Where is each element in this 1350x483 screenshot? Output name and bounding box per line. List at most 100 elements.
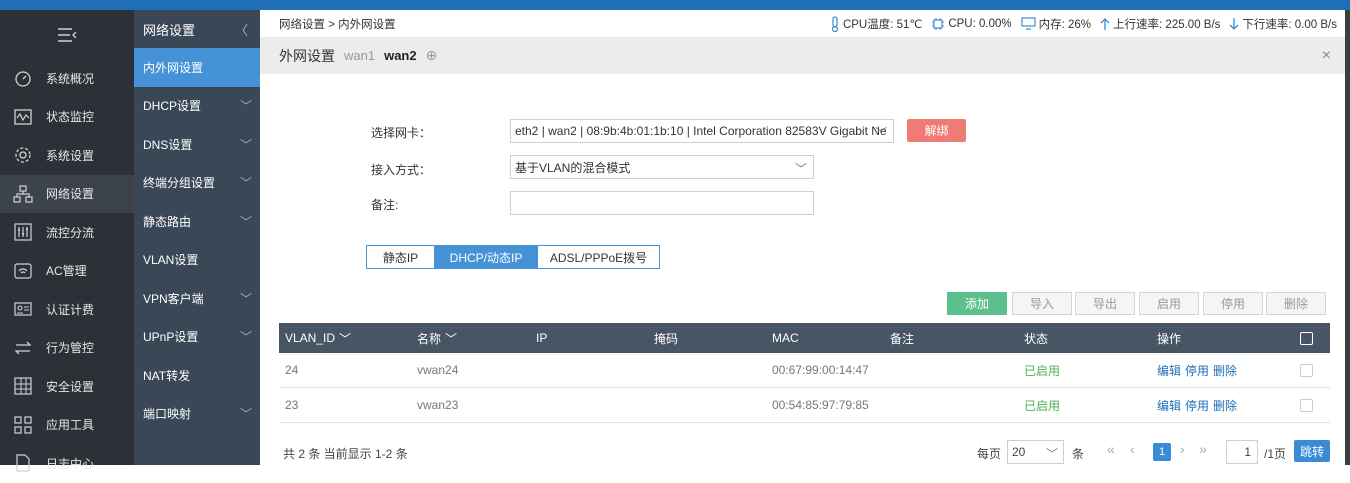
delete-button[interactable]: 删除: [1266, 292, 1326, 315]
jump-button[interactable]: 跳转: [1294, 440, 1330, 462]
add-wan-icon[interactable]: ⊕: [426, 47, 438, 64]
tab-wan2[interactable]: wan2: [384, 48, 417, 63]
nic-select[interactable]: eth2 | wan2 | 08:9b:4b:01:1b:10 | Intel …: [510, 119, 894, 143]
first-page-icon[interactable]: «: [1107, 441, 1115, 457]
sidebar-item-behavior[interactable]: 行为管控: [0, 329, 134, 368]
row-checkbox[interactable]: [1300, 388, 1313, 422]
sidebar-item-flow-control[interactable]: 流控分流: [0, 213, 134, 252]
submenu-item-vpn-client[interactable]: VPN客户端 ﹀: [134, 279, 260, 318]
row-checkbox[interactable]: [1300, 353, 1313, 387]
submenu-item-label: 终端分组设置: [143, 176, 216, 191]
submenu-item-lan-wan[interactable]: 内外网设置: [134, 48, 260, 87]
checkbox[interactable]: [1300, 331, 1313, 345]
submenu-item-nat[interactable]: NAT转发: [134, 356, 260, 395]
edit-link[interactable]: 编辑: [1157, 362, 1181, 379]
col-vlan-id[interactable]: VLAN_ID ﹀: [285, 323, 351, 353]
gear-icon: [0, 145, 46, 165]
sidebar-item-label: 流控分流: [46, 225, 95, 240]
sidebar-item-label: 行为管控: [46, 341, 95, 356]
sidebar-item-security[interactable]: 安全设置: [0, 367, 134, 406]
monitor-icon: [1021, 17, 1036, 30]
mode-static-ip[interactable]: 静态IP: [367, 246, 435, 268]
col-name[interactable]: 名称 ﹀: [417, 323, 457, 353]
mode-switcher: 静态IP DHCP/动态IP ADSL/PPPoE拨号: [366, 245, 660, 269]
sidebar-item-logs[interactable]: 日志中心: [0, 444, 134, 483]
delete-link[interactable]: 删除: [1213, 397, 1237, 414]
memory-value: 内存: 26%: [1038, 18, 1092, 31]
cell-name: vwan23: [417, 398, 459, 412]
unbind-button[interactable]: 解绑: [907, 119, 966, 142]
submenu-item-terminal-group[interactable]: 终端分组设置 ﹀: [134, 164, 260, 203]
disable-link[interactable]: 停用: [1185, 397, 1209, 414]
collapse-submenu-icon[interactable]: 〈: [235, 20, 248, 39]
page-number-input[interactable]: 1: [1226, 440, 1258, 464]
submenu-item-static-route[interactable]: 静态路由 ﹀: [134, 202, 260, 241]
panel-header: 外网设置 wan1 wan2 ⊕ ×: [260, 37, 1345, 74]
enable-button[interactable]: 启用: [1139, 292, 1199, 315]
checkbox[interactable]: [1300, 363, 1313, 377]
prev-page-icon[interactable]: ‹: [1130, 441, 1135, 457]
network-icon: [0, 184, 46, 204]
cell-mac: 00:67:99:00:14:47: [772, 363, 869, 377]
close-icon[interactable]: ×: [1322, 47, 1331, 65]
edit-link[interactable]: 编辑: [1157, 397, 1181, 414]
add-button[interactable]: 添加: [947, 292, 1007, 315]
mode-dhcp[interactable]: DHCP/动态IP: [435, 246, 538, 268]
delete-link[interactable]: 删除: [1213, 362, 1237, 379]
col-actions: 操作: [1157, 331, 1182, 346]
sidebar-item-overview[interactable]: 系统概况: [0, 59, 134, 98]
sidebar-item-ac[interactable]: AC管理: [0, 252, 134, 291]
submenu-item-dns[interactable]: DNS设置 ﹀: [134, 125, 260, 164]
submenu-item-vlan[interactable]: VLAN设置: [134, 241, 260, 280]
checkbox[interactable]: [1300, 398, 1313, 412]
import-button[interactable]: 导入: [1012, 292, 1072, 315]
last-page-icon[interactable]: »: [1199, 441, 1207, 457]
next-page-icon[interactable]: ›: [1180, 441, 1185, 457]
sidebar-item-system-settings[interactable]: 系统设置: [0, 136, 134, 175]
disable-button[interactable]: 停用: [1203, 292, 1263, 315]
sidebar-item-network[interactable]: 网络设置: [0, 174, 134, 213]
sidebar-item-monitor[interactable]: 状态监控: [0, 98, 134, 137]
cell-actions: 编辑 停用 删除: [1157, 353, 1241, 387]
menu-collapse-icon[interactable]: [56, 27, 78, 43]
chevron-down-icon: ﹀: [239, 407, 252, 422]
page-1-button[interactable]: 1: [1153, 443, 1171, 461]
disable-link[interactable]: 停用: [1185, 362, 1209, 379]
chevron-down-icon: ﹀: [874, 126, 887, 140]
cpu-temp-value: CPU温度: 51℃: [842, 18, 923, 31]
chevron-down-icon: ﹀: [239, 330, 252, 345]
upload-stat: 上行速率: 225.00 B/s: [1100, 16, 1220, 32]
submenu-header: 网络设置 〈: [134, 10, 260, 48]
col-name-label: 名称: [417, 331, 442, 346]
total-pages: /1页: [1264, 447, 1287, 461]
col-vlan-id-label: VLAN_ID: [285, 331, 336, 345]
monitor-icon: [0, 107, 46, 127]
submenu-item-port-mapping[interactable]: 端口映射 ﹀: [134, 395, 260, 434]
system-stats: CPU温度: 51℃ CPU: 0.00% 内存: 26% 上行速率: 225.…: [830, 15, 1337, 32]
sidebar-item-tools[interactable]: 应用工具: [0, 406, 134, 445]
col-remark: 备注: [890, 331, 915, 346]
chevron-down-icon: ﹀: [1045, 447, 1058, 461]
submenu-item-label: VLAN设置: [143, 253, 199, 268]
submenu-item-dhcp[interactable]: DHCP设置 ﹀: [134, 87, 260, 126]
per-page-label: 每页: [977, 447, 1002, 461]
mode-pppoe[interactable]: ADSL/PPPoE拨号: [538, 246, 659, 268]
sidebar-item-label: 网络设置: [46, 187, 95, 202]
chevron-down-icon: ﹀: [445, 331, 458, 346]
top-status-bar: 网络设置 > 内外网设置 CPU温度: 51℃ CPU: 0.00% 内存: 2…: [260, 10, 1345, 37]
export-button[interactable]: 导出: [1075, 292, 1135, 315]
submenu-item-label: UPnP设置: [143, 330, 199, 345]
sidebar-item-auth-billing[interactable]: 认证计费: [0, 290, 134, 329]
access-mode-select[interactable]: 基于VLAN的混合模式 ﹀: [510, 155, 814, 179]
submenu-item-upnp[interactable]: UPnP设置 ﹀: [134, 318, 260, 357]
chevron-down-icon: ﹀: [239, 291, 252, 306]
document-icon: [0, 453, 46, 473]
select-all-checkbox[interactable]: [1300, 323, 1313, 353]
remark-input[interactable]: [510, 191, 814, 215]
per-page-select[interactable]: 20 ﹀: [1007, 440, 1064, 464]
cell-status: 已启用: [1024, 363, 1061, 378]
col-mac: MAC: [772, 331, 799, 345]
tab-wan1[interactable]: wan1: [344, 48, 375, 63]
sidebar-toggle-button[interactable]: [0, 10, 134, 59]
download-stat: 下行速率: 0.00 B/s: [1229, 16, 1337, 32]
